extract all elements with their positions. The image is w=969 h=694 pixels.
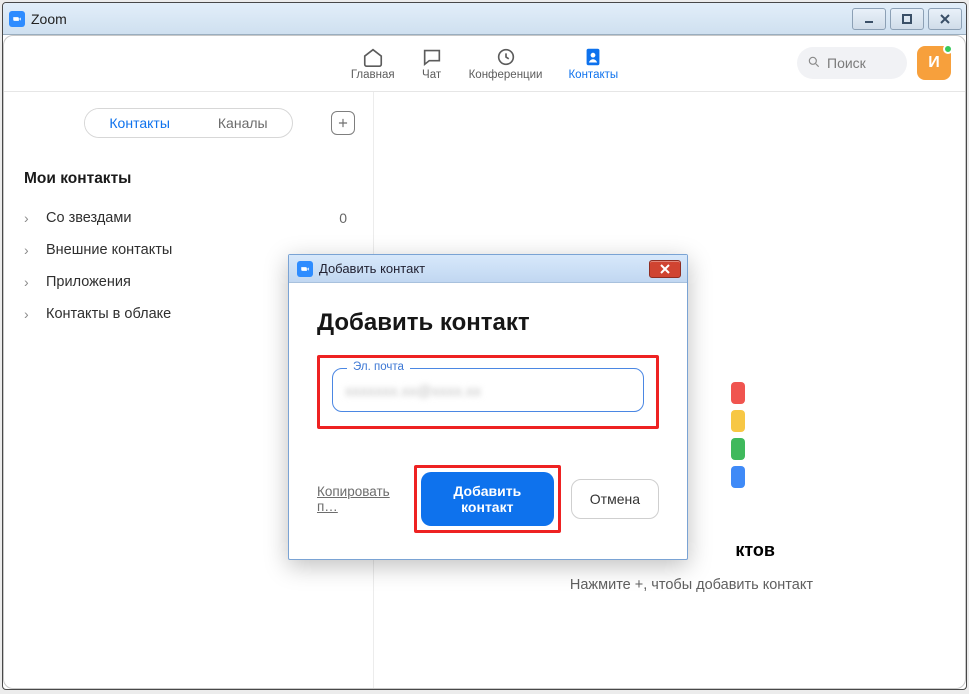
zoom-icon — [9, 11, 25, 27]
nav-chat-label: Чат — [422, 69, 441, 81]
search-icon — [807, 55, 821, 72]
window-title: Zoom — [31, 11, 67, 27]
row-cloud-label: Контакты в облаке — [46, 306, 171, 322]
tab-contacts[interactable]: Контакты — [85, 109, 193, 137]
row-apps-label: Приложения — [46, 274, 131, 290]
nav-meetings[interactable]: Конференции — [469, 46, 543, 81]
empty-contacts-cta: Нажмите +, чтобы добавить контакт — [570, 577, 813, 593]
chevron-right-icon: › — [24, 210, 36, 226]
email-field-highlight: Эл. почта xxxxxxx.xx@xxxx.xx — [317, 355, 659, 429]
nav-chat[interactable]: Чат — [421, 46, 443, 81]
row-starred[interactable]: › Со звездами 0 — [16, 202, 361, 234]
dialog-titlebar: Добавить контакт — [289, 255, 687, 283]
os-titlebar: Zoom — [3, 3, 966, 35]
chat-icon — [421, 46, 443, 68]
status-online-icon — [943, 44, 953, 54]
email-field-value: xxxxxxx.xx@xxxx.xx — [345, 383, 481, 400]
add-button[interactable] — [331, 111, 355, 135]
maximize-button[interactable] — [890, 8, 924, 30]
home-icon — [362, 46, 384, 68]
nav-home[interactable]: Главная — [351, 46, 395, 81]
nav-contacts-label: Контакты — [568, 69, 618, 81]
section-title: Мои контакты — [16, 166, 361, 202]
nav-home-label: Главная — [351, 69, 395, 81]
row-starred-label: Со звездами — [46, 210, 131, 226]
row-starred-count: 0 — [339, 210, 347, 226]
close-button[interactable] — [928, 8, 962, 30]
dialog-title: Добавить контакт — [319, 261, 425, 276]
chevron-right-icon: › — [24, 242, 36, 258]
search-placeholder: Поиск — [827, 55, 866, 71]
search-input[interactable]: Поиск — [797, 47, 907, 79]
bg-heading-fragment: ктов — [735, 540, 775, 561]
row-external-label: Внешние контакты — [46, 242, 172, 258]
avatar[interactable]: И — [917, 46, 951, 80]
tab-channels[interactable]: Каналы — [194, 109, 292, 137]
nav-contacts[interactable]: Контакты — [568, 46, 618, 81]
avatar-initial: И — [928, 54, 940, 72]
copy-invitation-link[interactable]: Копировать п… — [317, 484, 398, 514]
minimize-button[interactable] — [852, 8, 886, 30]
dialog-close-button[interactable] — [649, 260, 681, 278]
add-contact-dialog: Добавить контакт Добавить контакт Эл. по… — [288, 254, 688, 560]
nav-meetings-label: Конференции — [469, 69, 543, 81]
zoom-icon — [297, 261, 313, 277]
email-field-label: Эл. почта — [347, 361, 410, 373]
contacts-icon — [582, 46, 604, 68]
cancel-button[interactable]: Отмена — [571, 479, 659, 519]
chevron-right-icon: › — [24, 306, 36, 322]
chevron-right-icon: › — [24, 274, 36, 290]
dialog-heading: Добавить контакт — [317, 309, 659, 337]
clock-icon — [495, 46, 517, 68]
email-field[interactable]: Эл. почта xxxxxxx.xx@xxxx.xx — [332, 368, 644, 412]
decorative-color-stack — [731, 382, 745, 488]
add-contact-button[interactable]: Добавить контакт — [421, 472, 554, 526]
add-button-highlight: Добавить контакт — [414, 465, 561, 533]
